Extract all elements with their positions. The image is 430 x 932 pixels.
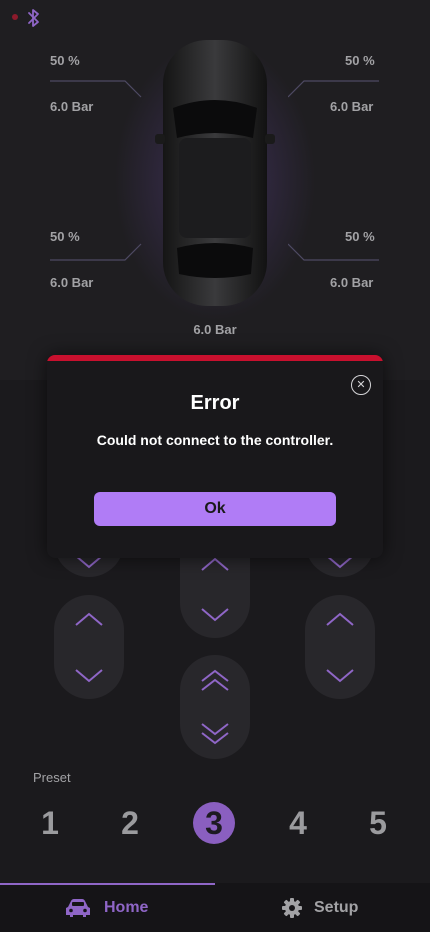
chevron-up-icon[interactable] bbox=[200, 556, 230, 572]
preset-title: Preset bbox=[33, 770, 71, 785]
ok-button[interactable]: Ok bbox=[94, 492, 336, 526]
rear-left-pressure: 6.0 Bar bbox=[50, 275, 94, 290]
bottom-navigation: Home Setup bbox=[0, 883, 430, 932]
chevron-down-icon[interactable] bbox=[74, 667, 104, 683]
tab-home[interactable]: Home bbox=[64, 883, 148, 932]
chevron-up-icon[interactable] bbox=[74, 611, 104, 627]
chevron-down-icon[interactable] bbox=[200, 606, 230, 622]
front-right-percent: 50 % bbox=[345, 53, 375, 68]
preset-1-button[interactable]: 1 bbox=[27, 800, 73, 846]
vehicle-panel: 50 % 6.0 Bar 50 % 6.0 Bar 50 % 6.0 Bar 5… bbox=[0, 0, 430, 380]
tab-setup-label: Setup bbox=[314, 898, 359, 916]
tab-home-label: Home bbox=[104, 898, 149, 916]
bluetooth-icon[interactable] bbox=[26, 8, 42, 28]
chevron-up-icon[interactable] bbox=[325, 611, 355, 627]
front-left-leader-line bbox=[50, 80, 142, 98]
front-left-percent: 50 % bbox=[50, 53, 80, 68]
double-chevron-down-icon[interactable] bbox=[200, 721, 230, 745]
preset-2-button[interactable]: 2 bbox=[107, 800, 153, 846]
front-right-leader-line bbox=[288, 80, 379, 98]
connection-status-dot bbox=[12, 14, 18, 20]
all-wheels-control[interactable] bbox=[180, 655, 250, 759]
dialog-message: Could not connect to the controller. bbox=[96, 432, 334, 448]
rear-right-control[interactable] bbox=[305, 595, 375, 699]
dialog-title: Error bbox=[190, 392, 240, 414]
car-icon bbox=[66, 898, 90, 917]
error-accent-bar bbox=[47, 355, 383, 361]
chevron-down-icon[interactable] bbox=[325, 667, 355, 683]
front-left-pressure: 6.0 Bar bbox=[50, 99, 94, 114]
front-right-pressure: 6.0 Bar bbox=[330, 99, 374, 114]
car-top-view-image bbox=[155, 40, 275, 306]
error-dialog: ✕ Error Could not connect to the control… bbox=[47, 355, 383, 558]
preset-3-button[interactable]: 3 bbox=[193, 802, 235, 844]
rear-left-leader-line bbox=[50, 243, 142, 261]
rear-left-control[interactable] bbox=[54, 595, 124, 699]
gear-icon bbox=[282, 897, 302, 918]
double-chevron-up-icon[interactable] bbox=[200, 669, 230, 693]
preset-4-button[interactable]: 4 bbox=[275, 800, 321, 846]
rear-right-leader-line bbox=[288, 243, 379, 261]
preset-5-button[interactable]: 5 bbox=[355, 800, 401, 846]
tab-setup[interactable]: Setup bbox=[282, 883, 358, 932]
center-pressure: 6.0 Bar bbox=[193, 322, 237, 337]
rear-right-pressure: 6.0 Bar bbox=[330, 275, 374, 290]
